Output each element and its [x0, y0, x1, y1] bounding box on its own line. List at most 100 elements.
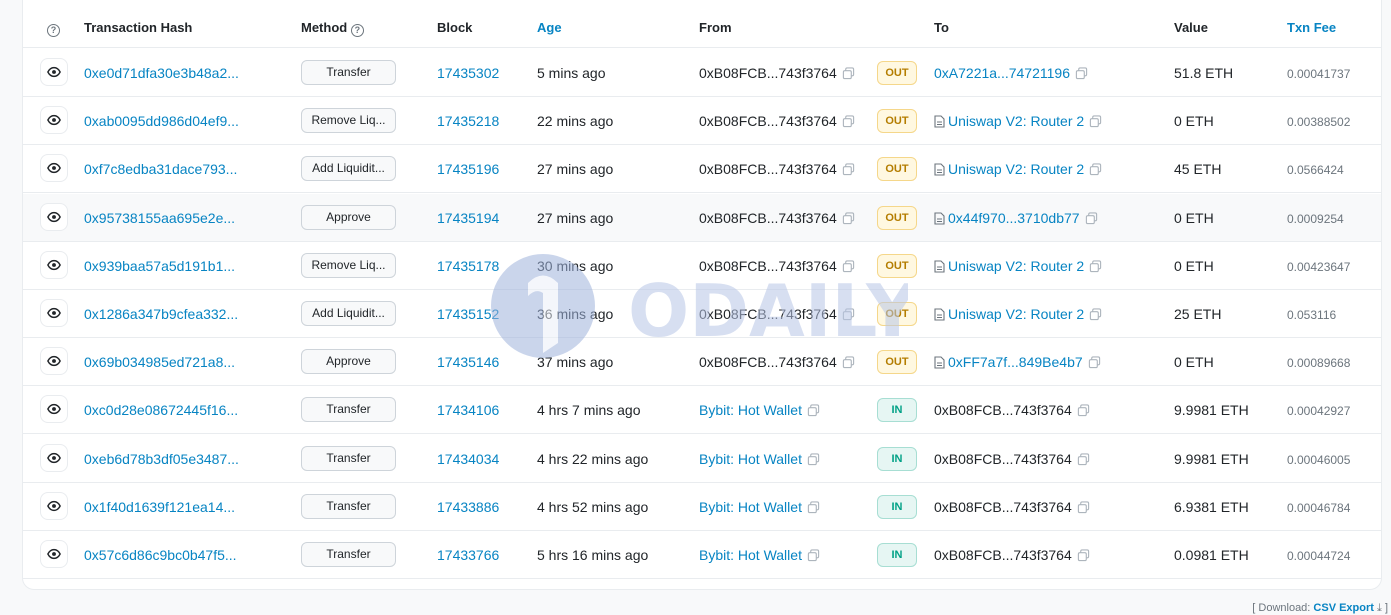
to-address[interactable]: Uniswap V2: Router 2 — [934, 306, 1102, 324]
block-link[interactable]: 17435196 — [437, 161, 499, 177]
view-details-eye-icon[interactable] — [40, 299, 68, 327]
block-link[interactable]: 17433886 — [437, 499, 499, 515]
copy-icon[interactable] — [1089, 260, 1102, 276]
from-address[interactable]: Bybit: Hot Wallet — [699, 402, 820, 420]
txn-hash-link[interactable]: 0xeb6d78b3df05e3487... — [84, 451, 239, 467]
copy-icon[interactable] — [1077, 404, 1090, 420]
copy-icon[interactable] — [842, 115, 855, 131]
from-address[interactable]: Bybit: Hot Wallet — [699, 451, 820, 469]
block-link[interactable]: 17433766 — [437, 547, 499, 563]
view-details-eye-icon[interactable] — [40, 202, 68, 231]
to-address-text: 0xA7221a...74721196 — [934, 65, 1070, 81]
direction-badge: OUT — [877, 157, 917, 182]
copy-icon[interactable] — [1077, 501, 1090, 517]
direction-badge: OUT — [877, 61, 917, 85]
contract-icon — [934, 260, 945, 276]
copy-icon[interactable] — [807, 404, 820, 420]
value-text: 0 ETH — [1174, 354, 1214, 371]
block-link[interactable]: 17434034 — [437, 451, 499, 467]
block-link[interactable]: 17435178 — [437, 258, 499, 274]
from-address-text: Bybit: Hot Wallet — [699, 547, 802, 563]
copy-icon[interactable] — [842, 163, 855, 179]
contract-icon — [934, 308, 945, 324]
to-address: 0xB08FCB...743f3764 — [934, 451, 1090, 469]
copy-icon[interactable] — [1085, 211, 1098, 228]
method-badge: Transfer — [301, 445, 396, 471]
txn-hash-link[interactable]: 0x57c6d86c9bc0b47f5... — [84, 547, 237, 563]
to-address[interactable]: 0xA7221a...74721196 — [934, 65, 1088, 83]
from-address: 0xB08FCB...743f3764 — [699, 65, 855, 83]
to-address[interactable]: 0xFF7a7f...849Be4b7 — [934, 354, 1101, 372]
copy-icon[interactable] — [842, 260, 855, 276]
header-age-toggle[interactable]: Age — [537, 20, 562, 36]
txn-fee-text: 0.00042927 — [1287, 404, 1351, 419]
from-address-text: Bybit: Hot Wallet — [699, 450, 802, 467]
to-address-text: 0xB08FCB...743f3764 — [934, 450, 1072, 467]
block-link[interactable]: 17435152 — [437, 306, 499, 322]
table-row: 0x939baa57a5d191b1... Remove Liq... 174351… — [23, 242, 1381, 290]
view-details-eye-icon[interactable] — [40, 154, 68, 183]
direction-badge: IN — [877, 446, 917, 471]
copy-icon[interactable] — [842, 67, 855, 83]
txn-hash-link[interactable]: 0x69b034985ed721a8... — [84, 354, 235, 370]
txn-hash-link[interactable]: 0x95738155aa695e2e... — [84, 210, 235, 226]
from-address[interactable]: Bybit: Hot Wallet — [699, 499, 820, 517]
copy-icon[interactable] — [1089, 163, 1102, 179]
copy-icon[interactable] — [1088, 356, 1101, 372]
age-text: 4 hrs 22 mins ago — [537, 450, 649, 467]
direction-badge: IN — [877, 398, 917, 423]
to-address[interactable]: Uniswap V2: Router 2 — [934, 113, 1102, 131]
copy-icon[interactable] — [807, 452, 820, 469]
to-address-text: Uniswap V2: Router 2 — [948, 306, 1085, 322]
block-link[interactable]: 17435146 — [437, 354, 499, 370]
copy-icon[interactable] — [807, 549, 820, 565]
block-link[interactable]: 17435218 — [437, 113, 499, 129]
copy-icon[interactable] — [1077, 549, 1090, 565]
view-details-eye-icon[interactable] — [40, 347, 68, 376]
copy-icon[interactable] — [807, 501, 820, 517]
from-address: 0xB08FCB...743f3764 — [699, 354, 855, 372]
txn-hash-link[interactable]: 0xab0095dd986d04ef9... — [84, 113, 239, 129]
to-address[interactable]: Uniswap V2: Router 2 — [934, 161, 1102, 179]
view-details-eye-icon[interactable] — [40, 106, 68, 135]
view-details-eye-icon[interactable] — [40, 250, 68, 279]
txn-fee-text: 0.00044724 — [1287, 549, 1351, 563]
table-row: 0xab0095dd986d04ef9... Remove Liq... 17435… — [23, 97, 1381, 146]
txn-hash-link[interactable]: 0xe0d71dfa30e3b48a2... — [84, 65, 239, 81]
value-text: 0.0981 ETH — [1174, 547, 1249, 563]
txn-hash-link[interactable]: 0x1286a347b9cfea332... — [84, 306, 238, 322]
direction-badge: OUT — [877, 205, 917, 230]
txn-hash-link[interactable]: 0xf7c8edba31dace793... — [84, 161, 237, 177]
copy-icon[interactable] — [842, 308, 855, 324]
block-link[interactable]: 17435194 — [437, 210, 499, 226]
copy-icon[interactable] — [1077, 452, 1090, 469]
copy-icon[interactable] — [842, 356, 855, 372]
to-address[interactable]: 0x44f970...3710db77 — [934, 210, 1098, 228]
copy-icon[interactable] — [1075, 67, 1088, 83]
view-details-eye-icon[interactable] — [40, 58, 68, 86]
block-link[interactable]: 17435302 — [437, 65, 499, 81]
header-method: Method ? — [301, 20, 364, 37]
view-details-eye-icon[interactable] — [40, 540, 68, 568]
copy-icon[interactable] — [1089, 115, 1102, 131]
block-link[interactable]: 17434106 — [437, 402, 499, 418]
to-address[interactable]: Uniswap V2: Router 2 — [934, 258, 1102, 276]
view-details-eye-icon[interactable] — [40, 491, 68, 520]
view-details-eye-icon[interactable] — [40, 443, 68, 472]
csv-export-link[interactable]: CSV Export — [1313, 602, 1374, 614]
copy-icon[interactable] — [842, 211, 855, 228]
copy-icon[interactable] — [1089, 308, 1102, 324]
help-icon[interactable]: ? — [47, 20, 60, 37]
direction-badge: IN — [877, 494, 917, 519]
txn-hash-link[interactable]: 0x1f40d1639f121ea14... — [84, 499, 235, 515]
header-txn-fee-toggle[interactable]: Txn Fee — [1287, 20, 1336, 36]
txn-fee-text: 0.00041737 — [1287, 67, 1351, 81]
from-address[interactable]: Bybit: Hot Wallet — [699, 547, 820, 565]
age-text: 27 mins ago — [537, 161, 614, 178]
view-details-eye-icon[interactable] — [40, 395, 68, 424]
txn-hash-link[interactable]: 0xc0d28e08672445f16... — [84, 402, 238, 418]
txn-hash-link[interactable]: 0x939baa57a5d191b1... — [84, 258, 235, 274]
txn-fee-text: 0.00046784 — [1287, 500, 1351, 515]
transactions-card: ? Transaction Hash Method ? Block Age Fr… — [22, 0, 1382, 590]
table-row: 0x69b034985ed721a8... Approve 17435146 37 m… — [23, 338, 1381, 387]
